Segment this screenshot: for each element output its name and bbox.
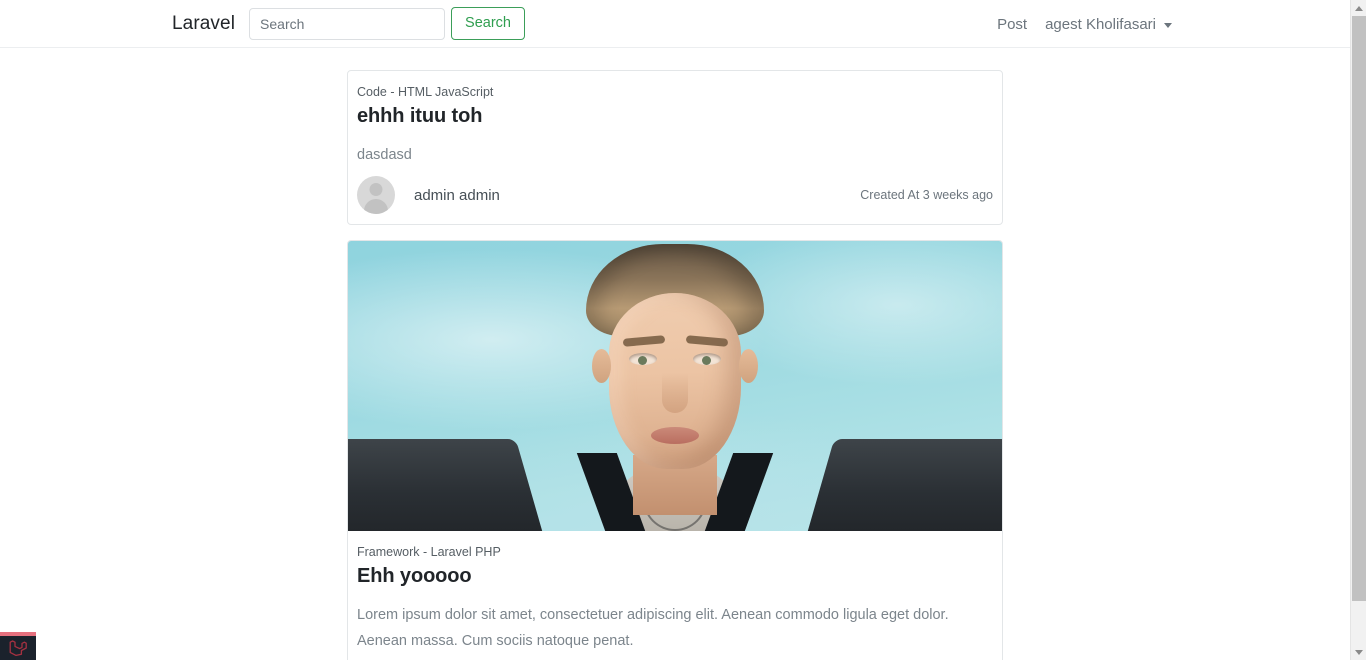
scroll-down-arrow-icon[interactable] — [1351, 644, 1366, 660]
post-category: Code - HTML JavaScript — [357, 85, 494, 99]
photo-ear-left — [592, 349, 611, 384]
post-card[interactable]: Code - HTML JavaScript ehhh ituu toh das… — [347, 70, 1003, 226]
avatar — [357, 176, 395, 215]
photo-ear-right — [739, 349, 758, 384]
scroll-up-arrow-icon[interactable] — [1351, 0, 1366, 16]
post-meta: admin admin Created At 3 weeks ago — [357, 176, 993, 215]
vertical-scrollbar[interactable] — [1350, 0, 1366, 660]
post-title: Ehh yooooo — [357, 565, 472, 588]
post-feed: Code - HTML JavaScript ehhh ituu toh das… — [347, 70, 1003, 660]
navbar-right-group: Post agest Kholifasari — [997, 0, 1172, 48]
post-created-at: Created At 3 weeks ago — [860, 188, 993, 203]
photo-nose — [662, 373, 688, 414]
scrollbar-thumb[interactable] — [1352, 16, 1366, 601]
post-card-body: Framework - Laravel PHP Ehh yooooo Lorem… — [348, 531, 1002, 660]
brand-logo-link[interactable]: Laravel — [172, 13, 235, 35]
photo-lips — [651, 427, 699, 445]
navbar-left-group: Laravel Search — [172, 7, 525, 40]
page-content: Code - HTML JavaScript ehhh ituu toh das… — [0, 48, 1350, 660]
post-card-body: Code - HTML JavaScript ehhh ituu toh das… — [348, 71, 1002, 224]
browser-viewport: Laravel Search Post agest Kholifasari Co… — [0, 0, 1350, 660]
chevron-down-icon — [1164, 22, 1172, 28]
post-category: Framework - Laravel PHP — [357, 545, 501, 560]
photo-jacket-left — [348, 439, 543, 532]
post-excerpt: dasdasd — [357, 146, 412, 163]
post-author: admin admin — [414, 186, 500, 204]
laravel-debugbar-toggle[interactable] — [0, 632, 36, 660]
top-navbar: Laravel Search Post agest Kholifasari — [0, 0, 1350, 48]
photo-jacket-right — [807, 439, 1002, 532]
search-button[interactable]: Search — [451, 7, 525, 40]
user-dropdown-toggle[interactable]: agest Kholifasari — [1045, 16, 1172, 33]
post-card[interactable]: Framework - Laravel PHP Ehh yooooo Lorem… — [347, 240, 1003, 660]
user-name-label: agest Kholifasari — [1045, 15, 1156, 33]
laravel-logo-icon — [9, 640, 27, 656]
search-input[interactable] — [249, 7, 446, 40]
nav-link-post[interactable]: Post — [997, 16, 1027, 33]
post-excerpt: Lorem ipsum dolor sit amet, consectetuer… — [357, 607, 949, 649]
post-title: ehhh ituu toh — [357, 104, 483, 127]
post-cover-image — [348, 241, 1002, 532]
